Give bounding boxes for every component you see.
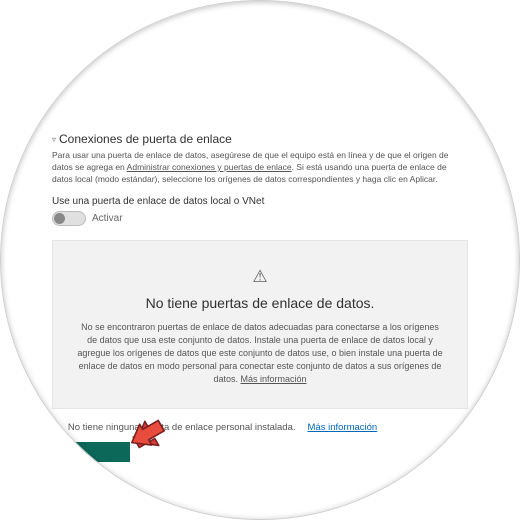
section-header: ▿ Conexiones de puerta de enlace bbox=[52, 132, 468, 146]
warning-small-icon: ⚠ bbox=[52, 421, 62, 434]
toggle-label: Use una puerta de enlace de datos local … bbox=[52, 196, 468, 207]
section-title-text: Conexiones de puerta de enlace bbox=[59, 132, 232, 146]
empty-state-body: No se encontraron puertas de enlace de d… bbox=[75, 321, 445, 386]
gateway-toggle[interactable]: Activar bbox=[52, 211, 468, 226]
apply-button[interactable] bbox=[52, 442, 130, 462]
empty-state-panel: ⚠ No tiene puertas de enlace de datos. N… bbox=[52, 240, 468, 409]
warning-icon: ⚠ bbox=[75, 267, 445, 287]
personal-more-info-link[interactable]: Más información bbox=[308, 422, 378, 433]
toggle-track bbox=[52, 211, 86, 226]
personal-gateway-text: No tiene ninguna puerta de enlace person… bbox=[68, 422, 296, 433]
manage-connections-link[interactable]: Administrar conexiones y puertas de enla… bbox=[127, 162, 292, 172]
expand-icon[interactable]: ▿ bbox=[52, 135, 56, 144]
empty-state-title: No tiene puertas de enlace de datos. bbox=[75, 295, 445, 311]
toggle-thumb bbox=[54, 213, 65, 224]
section-help-text: Para usar una puerta de enlace de datos,… bbox=[52, 150, 468, 186]
personal-gateway-row: ⚠ No tiene ninguna puerta de enlace pers… bbox=[52, 421, 468, 434]
toggle-state-text: Activar bbox=[92, 213, 123, 224]
more-info-link[interactable]: Más información bbox=[241, 374, 307, 384]
